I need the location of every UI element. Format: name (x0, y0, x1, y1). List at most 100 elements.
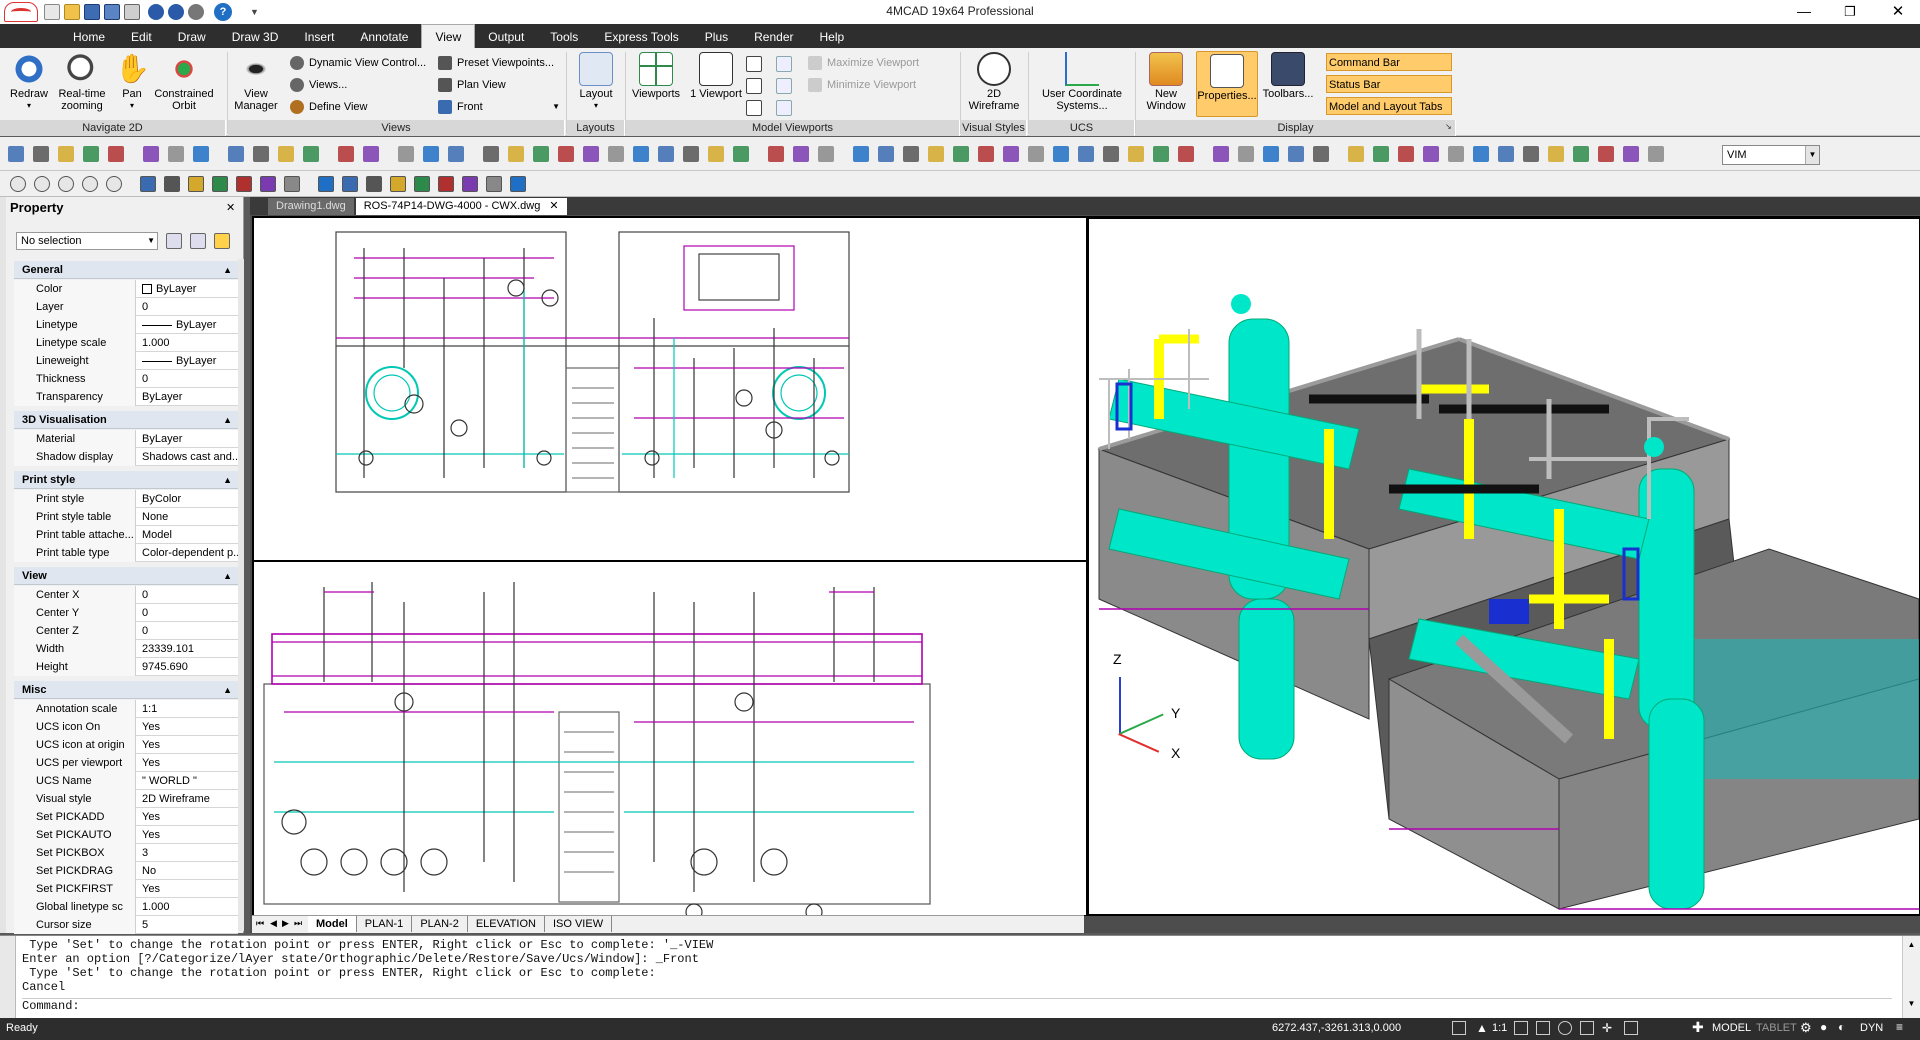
property-row[interactable]: Annotation scale 1:1 (14, 700, 238, 718)
minimize-viewport-button[interactable]: Minimize Viewport (808, 76, 916, 94)
lwt-icon[interactable] (1624, 1021, 1638, 1035)
wedge-icon[interactable] (438, 176, 454, 192)
line-icon[interactable] (483, 146, 499, 162)
flat-icon[interactable] (58, 176, 74, 192)
property-value[interactable]: 0 (138, 370, 238, 388)
ole-icon[interactable] (1548, 146, 1564, 162)
mirror-icon[interactable] (1103, 146, 1119, 162)
viewport-lock-icon[interactable] (776, 100, 792, 116)
new-window-button[interactable]: New Window (1138, 52, 1194, 112)
mtext-icon[interactable] (793, 146, 809, 162)
polyline-icon[interactable] (508, 146, 524, 162)
torus-icon[interactable] (414, 176, 430, 192)
restore-button[interactable]: ❐ (1830, 0, 1870, 24)
minimize-button[interactable]: — (1784, 0, 1824, 24)
print-icon[interactable] (108, 146, 124, 162)
sphere-icon[interactable] (390, 176, 406, 192)
property-value[interactable]: 2D Wireframe (138, 790, 238, 808)
property-row[interactable]: Set PICKBOX 3 (14, 844, 238, 862)
property-value[interactable]: ByLayer (138, 430, 238, 448)
undo-icon[interactable] (338, 146, 354, 162)
spline-icon[interactable] (533, 146, 549, 162)
text-icon[interactable] (768, 146, 784, 162)
property-value[interactable]: ByLayer (138, 316, 238, 334)
property-row[interactable]: Color ByLayer (14, 280, 238, 298)
ortho-icon[interactable] (1536, 1021, 1550, 1035)
join-icon[interactable] (1178, 146, 1194, 162)
extend-icon[interactable] (1003, 146, 1019, 162)
lights-icon[interactable] (188, 176, 204, 192)
view-manager-button[interactable]: View Manager (232, 52, 280, 112)
property-value[interactable]: ByLayer (138, 388, 238, 406)
ucs-button[interactable]: User Coordinate Systems... (1030, 52, 1134, 112)
materials-icon[interactable] (164, 176, 180, 192)
property-value[interactable]: 3 (138, 844, 238, 862)
property-row[interactable]: Shadow display Shadows cast and... (14, 448, 238, 466)
define-view-button[interactable]: Define View (290, 98, 368, 116)
property-row[interactable]: Transparency ByLayer (14, 388, 238, 406)
command-bar-toggle[interactable]: Command Bar (1326, 53, 1452, 71)
property-section-3d-visualisation[interactable]: 3D Visualisation ▲ (14, 411, 238, 429)
property-row[interactable]: UCS Name " WORLD " (14, 772, 238, 790)
property-value[interactable]: 1:1 (138, 700, 238, 718)
views-button[interactable]: Views... (290, 76, 347, 94)
collapse-arrow-icon[interactable]: ▲ (223, 681, 232, 699)
redo-icon[interactable] (168, 4, 184, 20)
ribbon-tab-help[interactable]: Help (807, 25, 858, 49)
area-icon[interactable] (1288, 146, 1304, 162)
offset-icon[interactable] (1078, 146, 1094, 162)
drawing-canvas[interactable]: Z Y X (252, 216, 1920, 916)
command-grip[interactable] (0, 936, 16, 1019)
new-file-icon[interactable] (44, 4, 60, 20)
ribbon-tab-view[interactable]: View (421, 24, 476, 48)
explode-icon[interactable] (423, 146, 439, 162)
undo-icon[interactable] (148, 4, 164, 20)
rectangle-icon[interactable] (633, 146, 649, 162)
selection-select[interactable]: No selection ▼ (16, 232, 158, 250)
property-value[interactable]: ByLayer (138, 280, 238, 298)
property-section-general[interactable]: General ▲ (14, 261, 238, 279)
wireframe-icon[interactable] (10, 176, 26, 192)
donut-icon[interactable] (683, 146, 699, 162)
refresh-icon[interactable] (1423, 146, 1439, 162)
flat-edges-icon[interactable] (106, 176, 122, 192)
plan-view-button[interactable]: Plan View (438, 76, 506, 94)
otrack-icon[interactable]: ✛ (1602, 1021, 1612, 1035)
property-row[interactable]: Thickness 0 (14, 370, 238, 388)
property-row[interactable]: Visual style 2D Wireframe (14, 790, 238, 808)
save-as-icon[interactable] (83, 146, 99, 162)
polygon-icon[interactable] (658, 146, 674, 162)
viewport-3d-iso[interactable]: Z Y X (1087, 217, 1920, 916)
property-row[interactable]: Linetype scale 1.000 (14, 334, 238, 352)
extrude-icon[interactable] (462, 176, 478, 192)
polar-icon[interactable] (1558, 1021, 1572, 1035)
quick-select-icon[interactable] (166, 233, 182, 249)
collapse-arrow-icon[interactable]: ▲ (223, 567, 232, 585)
toggle-pickadd-icon[interactable] (214, 233, 230, 249)
ribbon-tab-express-tools[interactable]: Express Tools (591, 25, 691, 49)
status-scale[interactable]: 1:1 (1492, 1022, 1507, 1034)
status-tablet[interactable]: TABLET (1756, 1022, 1797, 1034)
point-icon[interactable] (708, 146, 724, 162)
background-icon[interactable] (236, 176, 252, 192)
viewport-split-2v-icon[interactable] (746, 56, 762, 72)
zoom-icon[interactable] (1373, 146, 1389, 162)
status-menu-icon[interactable]: ≡ (1896, 1020, 1903, 1034)
constrained-orbit-button[interactable]: Constrained Orbit (152, 52, 216, 112)
collapse-arrow-icon[interactable]: ▲ (223, 471, 232, 489)
property-row[interactable]: Linetype ByLayer (14, 316, 238, 334)
layout-tab-plan-1[interactable]: PLAN-1 (357, 916, 413, 932)
property-row[interactable]: Width 23339.101 (14, 640, 238, 658)
break-icon[interactable] (1153, 146, 1169, 162)
property-value[interactable]: 0 (138, 298, 238, 316)
stretch-icon[interactable] (953, 146, 969, 162)
redraw-button[interactable]: Redraw ▾ (6, 52, 52, 112)
redo-icon[interactable] (363, 146, 379, 162)
property-row[interactable]: Print table type Color-dependent p... (14, 544, 238, 562)
property-row[interactable]: Cursor size 5 (14, 916, 238, 934)
toolbars-button[interactable]: Toolbars... (1260, 52, 1316, 100)
rotate-icon[interactable] (903, 146, 919, 162)
property-value[interactable]: Yes (138, 754, 238, 772)
property-row[interactable]: UCS per viewport Yes (14, 754, 238, 772)
layout-tab-iso-view[interactable]: ISO VIEW (545, 916, 613, 932)
